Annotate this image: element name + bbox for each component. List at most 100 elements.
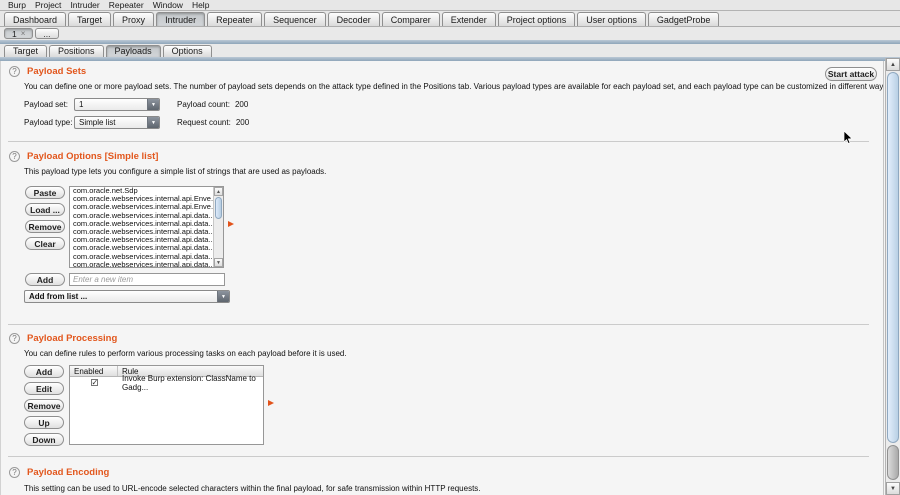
main-tab[interactable]: User options xyxy=(577,12,646,26)
attack-tab-more[interactable]: ... xyxy=(35,28,58,39)
chevron-down-icon[interactable]: ▼ xyxy=(147,99,159,110)
processing-rules-table[interactable]: Enabled Rule Invoke Burp extension: Clas… xyxy=(69,365,264,445)
payload-processing-header: ? Payload Processing xyxy=(9,333,117,344)
payload-set-row: Payload set: 1 ▼ Payload count: 200 xyxy=(24,98,248,111)
payload-set-label: Payload set: xyxy=(24,100,74,109)
payload-count-label: Payload count: xyxy=(177,100,230,109)
payload-list-item[interactable]: com.oracle.webservices.internal.api.data… xyxy=(70,212,213,220)
payload-list-item[interactable]: com.oracle.webservices.internal.api.data… xyxy=(70,228,213,236)
payload-type-label: Payload type: xyxy=(24,118,74,127)
help-icon[interactable]: ? xyxy=(9,151,20,162)
section-divider xyxy=(8,456,869,457)
menu-item[interactable]: Window xyxy=(149,0,187,10)
section-divider xyxy=(8,324,869,325)
menu-item[interactable]: Burp xyxy=(4,0,30,10)
payload-list[interactable]: com.oracle.net.Sdpcom.oracle.webservices… xyxy=(69,186,224,268)
main-tab[interactable]: Sequencer xyxy=(264,12,326,26)
main-tab[interactable]: Decoder xyxy=(328,12,380,26)
processing-rule-button[interactable]: Up xyxy=(24,416,64,429)
payload-list-button[interactable]: Load ... xyxy=(25,203,65,216)
main-tab[interactable]: Extender xyxy=(442,12,496,26)
payload-encoding-description: This setting can be used to URL-encode s… xyxy=(24,484,481,493)
main-scrollbar[interactable]: ▲ ▼ xyxy=(885,58,900,495)
table-body: Invoke Burp extension: ClassName to Gadg… xyxy=(70,377,263,388)
chevron-down-icon[interactable]: ▼ xyxy=(147,117,159,128)
menu-item[interactable]: Project xyxy=(31,0,65,10)
add-payload-button[interactable]: Add xyxy=(25,273,65,286)
payload-sets-header: ? Payload Sets xyxy=(9,66,86,77)
scrollbar-thumb[interactable] xyxy=(887,72,899,443)
payload-list-item[interactable]: com.oracle.net.Sdp xyxy=(70,187,213,195)
menu-item[interactable]: Help xyxy=(188,0,213,10)
menu-item[interactable]: Intruder xyxy=(66,0,103,10)
main-tab[interactable]: Repeater xyxy=(207,12,262,26)
payload-set-value: 1 xyxy=(79,100,83,109)
main-tab[interactable]: Dashboard xyxy=(4,12,66,26)
menu-item[interactable]: Repeater xyxy=(105,0,148,10)
main-tab[interactable]: GadgetProbe xyxy=(648,12,720,26)
payload-type-row: Payload type: Simple list ▼ Request coun… xyxy=(24,116,249,129)
payload-options-header: ? Payload Options [Simple list] xyxy=(9,151,158,162)
payload-list-button[interactable]: Clear xyxy=(25,237,65,250)
enabled-checkbox[interactable] xyxy=(91,379,98,386)
payload-list-rows: com.oracle.net.Sdpcom.oracle.webservices… xyxy=(70,187,213,267)
payload-list-item[interactable]: com.oracle.webservices.internal.api.data… xyxy=(70,220,213,228)
start-attack-button[interactable]: Start attack xyxy=(825,67,877,81)
payload-list-scrollbar[interactable]: ▲ ▼ xyxy=(213,187,223,267)
processing-rule-button[interactable]: Edit xyxy=(24,382,64,395)
scroll-down-icon[interactable]: ▼ xyxy=(214,258,223,267)
payload-list-item[interactable]: com.oracle.webservices.internal.api.Enve… xyxy=(70,203,213,211)
mouse-cursor xyxy=(844,131,853,144)
chevron-down-icon[interactable]: ▼ xyxy=(217,291,229,302)
enabled-column-header[interactable]: Enabled xyxy=(70,366,118,376)
payload-list-item[interactable]: com.oracle.webservices.internal.api.data… xyxy=(70,236,213,244)
intruder-sub-tab[interactable]: Payloads xyxy=(106,45,161,57)
close-icon[interactable]: × xyxy=(21,29,26,39)
scrollbar-thumb[interactable] xyxy=(215,197,222,219)
payload-list-item[interactable]: com.oracle.webservices.internal.api.data… xyxy=(70,244,213,252)
payload-list-button[interactable]: Remove xyxy=(25,220,65,233)
help-icon[interactable]: ? xyxy=(9,66,20,77)
main-tab[interactable]: Project options xyxy=(498,12,576,26)
processing-rule-button[interactable]: Remove xyxy=(24,399,64,412)
intruder-sub-tab[interactable]: Positions xyxy=(49,45,104,57)
payload-encoding-header: ? Payload Encoding xyxy=(9,467,109,478)
processing-rule-button[interactable]: Add xyxy=(24,365,64,378)
request-count-value: 200 xyxy=(236,118,249,127)
section-title: Payload Encoding xyxy=(27,467,109,478)
menubar: BurpProjectIntruderRepeaterWindowHelp xyxy=(0,0,900,11)
intruder-sub-tab[interactable]: Target xyxy=(4,45,47,57)
new-item-input[interactable] xyxy=(69,273,225,286)
main-tab[interactable]: Intruder xyxy=(156,12,205,26)
section-title: Payload Sets xyxy=(27,66,86,77)
main-tab-bar: DashboardTargetProxyIntruderRepeaterSequ… xyxy=(0,11,900,27)
payload-set-select[interactable]: 1 ▼ xyxy=(74,98,160,111)
payload-list-item[interactable]: com.oracle.webservices.internal.api.data… xyxy=(70,253,213,261)
payload-sets-description: You can define one or more payload sets.… xyxy=(24,82,884,91)
help-icon[interactable]: ? xyxy=(9,467,20,478)
processing-rule-button[interactable]: Down xyxy=(24,433,64,446)
main-tab[interactable]: Target xyxy=(68,12,111,26)
payload-type-select[interactable]: Simple list ▼ xyxy=(74,116,160,129)
payload-options-buttons: Paste Load ... Remove Clear xyxy=(25,186,65,250)
payload-list-button[interactable]: Paste xyxy=(25,186,65,199)
burp-suite-window: BurpProjectIntruderRepeaterWindowHelp Da… xyxy=(0,0,900,495)
scroll-down-icon[interactable]: ▼ xyxy=(886,482,900,495)
scrollbar-track-end xyxy=(887,445,899,480)
payload-list-item[interactable]: com.oracle.webservices.internal.api.data… xyxy=(70,261,213,267)
main-tab[interactable]: Comparer xyxy=(382,12,440,26)
section-divider xyxy=(8,141,869,142)
add-from-list-select[interactable]: Add from list ... ▼ xyxy=(24,290,230,303)
more-tabs-label: ... xyxy=(43,29,50,39)
table-row[interactable]: Invoke Burp extension: ClassName to Gadg… xyxy=(70,377,263,388)
payload-processing-description: You can define rules to perform various … xyxy=(24,349,347,358)
intruder-sub-tab[interactable]: Options xyxy=(163,45,212,57)
payload-list-item[interactable]: com.oracle.webservices.internal.api.Enve… xyxy=(70,195,213,203)
scroll-up-icon[interactable]: ▲ xyxy=(886,58,900,71)
scroll-up-icon[interactable]: ▲ xyxy=(214,187,223,196)
attack-tab-label: 1 xyxy=(12,29,17,39)
help-icon[interactable]: ? xyxy=(9,333,20,344)
attack-tab-1[interactable]: 1 × xyxy=(4,28,33,39)
orange-arrow-marker xyxy=(228,221,234,227)
main-tab[interactable]: Proxy xyxy=(113,12,154,26)
